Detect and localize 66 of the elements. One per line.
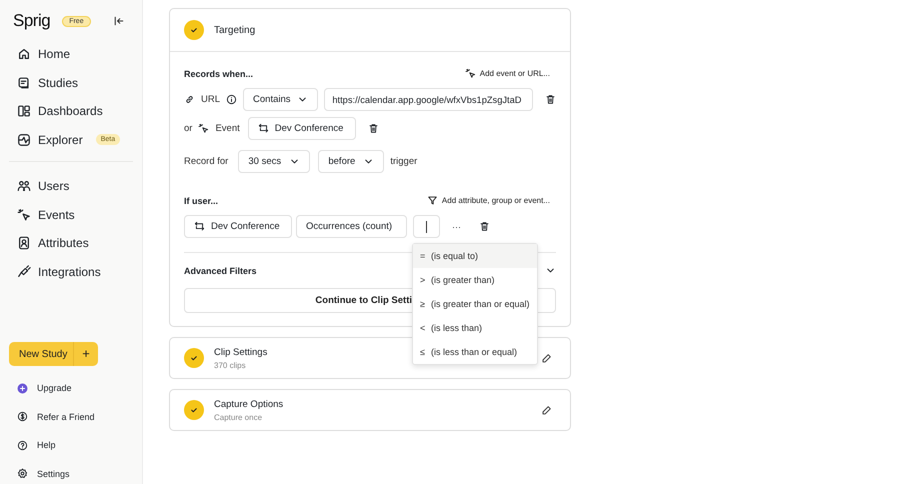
- connector-label: or: [184, 123, 192, 134]
- nav-item[interactable]: Help: [9, 431, 133, 460]
- trash-icon: [479, 221, 490, 232]
- home-icon: [17, 47, 31, 62]
- settings-icon: [17, 468, 28, 480]
- trash-icon: [545, 94, 556, 105]
- badge-icon: [17, 236, 31, 250]
- trash-icon: [368, 123, 379, 134]
- row-label: URL: [201, 94, 220, 105]
- nav-item[interactable]: Studies: [9, 68, 133, 97]
- menu-item[interactable]: ≤ (is less than or equal): [413, 340, 537, 364]
- pencil-icon: [541, 404, 552, 416]
- duration-select[interactable]: 30 secs: [238, 150, 310, 173]
- nav-item[interactable]: Integrations: [9, 258, 133, 286]
- document-icon: [17, 76, 31, 90]
- event-select[interactable]: Dev Conference: [184, 215, 292, 238]
- row-label: Event: [215, 123, 240, 134]
- timing-select[interactable]: before: [318, 150, 384, 173]
- filter-icon: [426, 195, 438, 206]
- nav-item[interactable]: Attributes: [9, 229, 133, 258]
- logo[interactable]: Sprig: [13, 11, 50, 31]
- new-study-button[interactable]: New Study +: [9, 342, 98, 366]
- section-heading: Records when...: [184, 68, 254, 78]
- step-subtitle: 370 clips: [214, 360, 246, 370]
- nav-item[interactable]: Settings: [9, 460, 133, 484]
- help-icon: [17, 440, 28, 451]
- menu-item[interactable]: < (is less than): [413, 316, 537, 340]
- add-link[interactable]: Add attribute, group or event...: [426, 195, 556, 206]
- pencil-icon: [541, 352, 552, 364]
- step-subtitle: Capture once: [214, 412, 262, 422]
- nav-item[interactable]: Upgrade: [9, 374, 133, 402]
- nav-item[interactable]: Dashboards: [9, 97, 133, 126]
- swap-arrows-icon: [194, 221, 205, 232]
- operator-select[interactable]: Contains: [243, 88, 318, 111]
- pointer-click-icon: [198, 123, 210, 134]
- coin-icon: [17, 411, 28, 422]
- plug-icon: [17, 264, 31, 279]
- text-cursor: [426, 220, 427, 232]
- menu-item[interactable]: ≥ (is greater than or equal): [413, 292, 537, 316]
- pointer-click-icon: [17, 208, 31, 222]
- row-label: Record for: [184, 156, 228, 167]
- section-heading: If user...: [184, 196, 218, 206]
- menu-item[interactable]: = (is equal to): [413, 244, 537, 268]
- add-link[interactable]: Add event or URL...: [464, 68, 556, 79]
- value-field[interactable]: [413, 215, 440, 238]
- step-title: Clip Settings: [214, 346, 268, 358]
- pointer-click-icon: [464, 68, 476, 79]
- section-heading: Advanced Filters: [184, 266, 257, 276]
- nav-item[interactable]: Users: [9, 172, 133, 200]
- nav-item[interactable]: Home: [9, 40, 133, 68]
- event-select[interactable]: Dev Conference: [248, 117, 356, 140]
- step-title: Capture Options: [214, 398, 284, 410]
- nav-item[interactable]: Refer a Friend: [9, 402, 133, 431]
- url-field[interactable]: https://calendar.app.google/wfxVbs1pZsgJtaD: [324, 88, 533, 111]
- metric-select[interactable]: Occurrences (count): [296, 215, 407, 238]
- dashboard-icon: [17, 104, 31, 118]
- link-icon: [184, 94, 195, 105]
- more-button[interactable]: ···: [446, 222, 467, 232]
- people-icon: [17, 179, 31, 194]
- info-icon: [226, 94, 238, 105]
- swap-arrows-icon: [258, 123, 269, 134]
- nav-item[interactable]: Events: [9, 200, 133, 229]
- card-title: Targeting: [214, 24, 256, 36]
- row-label: trigger: [390, 156, 418, 167]
- collapse-icon: [113, 15, 125, 27]
- plus-button[interactable]: +: [73, 342, 98, 366]
